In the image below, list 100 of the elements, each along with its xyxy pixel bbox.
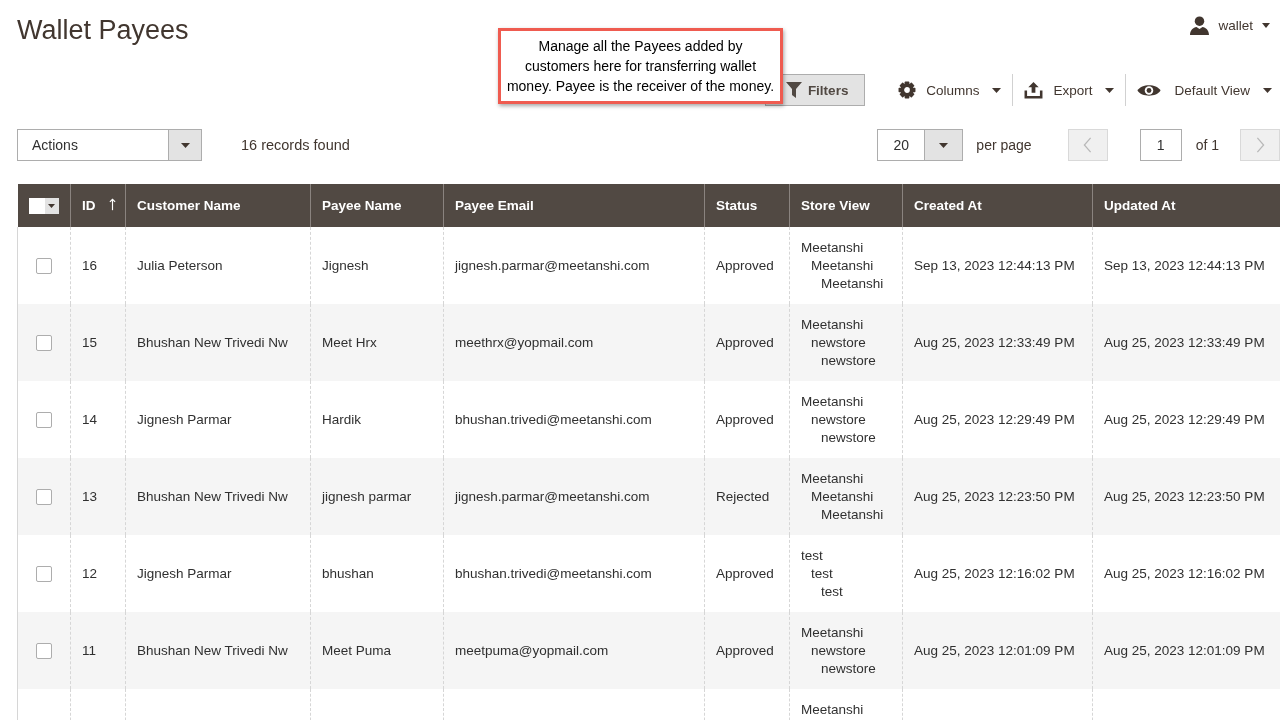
status-text: Approved bbox=[716, 565, 774, 581]
column-header[interactable]: Store View bbox=[789, 184, 903, 227]
payee-name: bhushan bbox=[322, 565, 374, 581]
customer-name: Jignesh Parmar bbox=[137, 411, 232, 427]
store-view-name: Meetanshi bbox=[821, 505, 884, 524]
payee-name: Jignesh bbox=[322, 257, 369, 273]
payee-email: meetpuma@yopmail.com bbox=[455, 642, 609, 658]
store-view-name: newstore bbox=[811, 333, 866, 352]
customer-name: Bhushan New Trivedi Nw bbox=[137, 642, 288, 658]
row-checkbox[interactable] bbox=[36, 642, 52, 659]
records-count: 16 records found bbox=[241, 137, 350, 153]
created-date: Aug 25, 2023 12:23:50 PM bbox=[914, 488, 1075, 504]
select-all-dropdown[interactable] bbox=[28, 197, 59, 214]
per-page-label: per page bbox=[976, 137, 1032, 153]
funnel-icon bbox=[785, 82, 802, 98]
row-checkbox[interactable] bbox=[36, 411, 52, 428]
column-header[interactable]: Created At bbox=[902, 184, 1093, 227]
page-total: of 1 bbox=[1195, 137, 1219, 153]
store-view-name: newstore bbox=[821, 428, 876, 447]
caret-icon bbox=[992, 87, 1002, 93]
created-date: Sep 13, 2023 12:44:13 PM bbox=[914, 257, 1075, 273]
column-header[interactable]: Status bbox=[704, 184, 790, 227]
store-view-name: newstore bbox=[821, 351, 876, 370]
column-header[interactable]: Payee Email bbox=[443, 184, 705, 227]
caret-icon bbox=[1262, 23, 1270, 28]
created-date: Aug 25, 2023 12:16:02 PM bbox=[914, 565, 1075, 581]
caret-icon bbox=[180, 142, 190, 148]
payee-name: Meet Puma bbox=[322, 642, 392, 658]
store-view-name: Meetanshi bbox=[811, 487, 874, 506]
store-view-name: Meetanshi bbox=[801, 315, 864, 334]
status-text: Rejected bbox=[716, 488, 770, 504]
store-view-name: newstore bbox=[811, 641, 866, 660]
row-id: 11 bbox=[82, 642, 96, 658]
store-view-name: Meetanshi bbox=[801, 700, 864, 719]
caret-icon bbox=[939, 142, 949, 148]
user-icon bbox=[1190, 16, 1210, 35]
updated-date: Aug 25, 2023 12:33:49 PM bbox=[1104, 334, 1265, 350]
upload-icon bbox=[1024, 81, 1044, 99]
payee-name: Meet Hrx bbox=[322, 334, 377, 350]
updated-date: Aug 25, 2023 12:23:50 PM bbox=[1104, 488, 1265, 504]
eye-icon bbox=[1137, 82, 1162, 98]
per-page-select[interactable]: 20 bbox=[877, 129, 964, 161]
row-id: 16 bbox=[82, 257, 98, 273]
row-id: 13 bbox=[82, 488, 98, 504]
payee-email: bhushan.trivedi@meetanshi.com bbox=[455, 411, 652, 427]
select-all-checkbox[interactable] bbox=[28, 197, 45, 214]
column-header[interactable]: ID bbox=[70, 184, 126, 227]
page-input[interactable]: 1 bbox=[1139, 129, 1182, 161]
store-view-name: test bbox=[811, 564, 833, 583]
updated-date: Aug 25, 2023 12:29:49 PM bbox=[1104, 411, 1265, 427]
column-header[interactable]: Updated At bbox=[1092, 184, 1280, 227]
export-button[interactable]: Export bbox=[1016, 74, 1123, 106]
page-title: Wallet Payees bbox=[17, 14, 189, 47]
sort-arrow-icon bbox=[108, 198, 116, 211]
store-view-name: Meetanshi bbox=[801, 238, 864, 257]
customer-name: Jignesh Parmar bbox=[137, 565, 232, 581]
updated-date: Aug 25, 2023 12:16:02 PM bbox=[1104, 565, 1265, 581]
store-view-name: Meetanshi bbox=[801, 392, 864, 411]
row-id: 14 bbox=[82, 411, 98, 427]
payee-name: jignesh parmar bbox=[322, 488, 412, 504]
store-view-name: Meetanshi bbox=[811, 256, 874, 275]
customer-name: Bhushan New Trivedi Nw bbox=[137, 488, 288, 504]
payee-email: jignesh.parmar@meetanshi.com bbox=[455, 257, 650, 273]
store-view-name: Meetanshi bbox=[821, 274, 884, 293]
created-date: Aug 25, 2023 12:01:09 PM bbox=[914, 642, 1075, 658]
store-view-name: newstore bbox=[821, 659, 876, 678]
chevron-left-icon bbox=[1083, 137, 1093, 153]
columns-button[interactable]: Columns bbox=[890, 74, 1010, 106]
row-id: 12 bbox=[82, 565, 98, 581]
row-id: 15 bbox=[82, 334, 98, 350]
store-view-name: test bbox=[801, 546, 823, 565]
customer-name: Julia Peterson bbox=[137, 257, 223, 273]
status-text: Approved bbox=[716, 411, 774, 427]
column-header[interactable]: Payee Name bbox=[310, 184, 444, 227]
column-header[interactable]: Customer Name bbox=[125, 184, 311, 227]
view-switcher[interactable]: Default View bbox=[1129, 74, 1280, 106]
callout-tooltip: Manage all the Payees added by customers here for transferring wallet money. Payee is the receiver of the money. bbox=[498, 28, 783, 104]
payee-email: bhushan.trivedi@meetanshi.com bbox=[455, 565, 652, 581]
payee-email: jignesh.parmar@meetanshi.com bbox=[455, 488, 650, 504]
row-checkbox[interactable] bbox=[36, 334, 52, 351]
store-view-name: test bbox=[821, 582, 843, 601]
caret-icon bbox=[1263, 87, 1272, 93]
status-text: Approved bbox=[716, 334, 774, 350]
caret-icon bbox=[1105, 87, 1115, 93]
updated-date: Sep 13, 2023 12:44:13 PM bbox=[1104, 257, 1265, 273]
status-text: Approved bbox=[716, 257, 774, 273]
row-checkbox[interactable] bbox=[36, 257, 52, 274]
customer-name: Bhushan New Trivedi Nw bbox=[137, 334, 288, 350]
settings-icon bbox=[898, 81, 917, 99]
user-menu[interactable]: wallet bbox=[1190, 16, 1270, 35]
status-text: Approved bbox=[716, 642, 774, 658]
caret-icon bbox=[48, 203, 55, 208]
created-date: Aug 25, 2023 12:29:49 PM bbox=[914, 411, 1075, 427]
chevron-right-icon bbox=[1255, 137, 1265, 153]
payee-name: Hardik bbox=[322, 411, 361, 427]
created-date: Aug 25, 2023 12:33:49 PM bbox=[914, 334, 1075, 350]
row-checkbox[interactable] bbox=[36, 488, 52, 505]
actions-select[interactable]: Actions bbox=[17, 129, 202, 161]
row-checkbox[interactable] bbox=[36, 565, 52, 582]
store-view-name: newstore bbox=[811, 410, 866, 429]
